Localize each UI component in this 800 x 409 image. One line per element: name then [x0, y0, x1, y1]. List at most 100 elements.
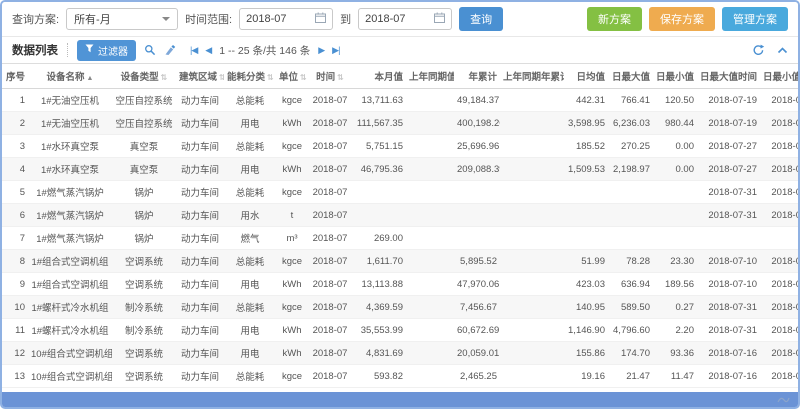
- new-plan-button[interactable]: 新方案: [587, 7, 642, 31]
- cell: 动力车间: [176, 342, 224, 365]
- cell: 用水: [224, 204, 276, 227]
- table-row[interactable]: 1210#组合式空调机组空调系统动力车间用电kWh2018-074,831.69…: [2, 342, 798, 365]
- cell: 2018-07: [308, 296, 352, 319]
- manage-plan-button[interactable]: 管理方案: [722, 7, 788, 31]
- cell: 1#燃气蒸汽锅炉: [28, 204, 112, 227]
- cell: 用电: [224, 319, 276, 342]
- cell: 动力车间: [176, 273, 224, 296]
- column-header[interactable]: 单位⇅: [276, 64, 308, 89]
- cell: 2018-07-31: [697, 319, 760, 342]
- table-row[interactable]: 51#燃气蒸汽锅炉锅炉动力车间总能耗kgce2018-072018-07-312…: [2, 181, 798, 204]
- column-header[interactable]: 日最大值时间: [697, 64, 760, 89]
- cell: 用电: [224, 112, 276, 135]
- cell: 12: [2, 342, 28, 365]
- query-plan-select[interactable]: 所有-月: [66, 8, 178, 30]
- prev-page-button[interactable]: ◀: [205, 45, 211, 56]
- toolbar-right: [752, 44, 788, 56]
- cell: 2018-07-07: [760, 319, 798, 342]
- cell: kWh: [276, 112, 308, 135]
- table-row[interactable]: 81#组合式空调机组空调系统动力车间总能耗kgce2018-071,611.70…: [2, 250, 798, 273]
- refresh-icon[interactable]: [752, 44, 765, 56]
- data-table: 序号设备名称▲设备类型⇅建筑区域⇅能耗分类⇅单位⇅时间⇅本月值上年同期值年累计上…: [2, 64, 798, 392]
- table-row[interactable]: 21#无油空压机空压自控系统动力车间用电kWh2018-07111,567.35…: [2, 112, 798, 135]
- header-row: 序号设备名称▲设备类型⇅建筑区域⇅能耗分类⇅单位⇅时间⇅本月值上年同期值年累计上…: [2, 64, 798, 89]
- cell: [608, 181, 653, 204]
- column-header[interactable]: 上年同期值: [406, 64, 454, 89]
- filter-button[interactable]: 过滤器: [77, 40, 136, 61]
- column-header[interactable]: 时间⇅: [308, 64, 352, 89]
- table-row[interactable]: 1310#组合式空调机组空调系统动力车间总能耗kgce2018-07593.82…: [2, 365, 798, 388]
- table-row[interactable]: 111#螺杆式冷水机组制冷系统动力车间用电kWh2018-0735,553.99…: [2, 319, 798, 342]
- cell: [500, 158, 564, 181]
- column-header[interactable]: 建筑区域⇅: [176, 64, 224, 89]
- sort-icon: ⇅: [267, 73, 274, 82]
- collapse-icon[interactable]: [777, 47, 788, 54]
- cell: 1#螺杆式冷水机组: [28, 319, 112, 342]
- cell: [564, 227, 608, 250]
- sort-icon: ⇅: [337, 73, 344, 82]
- table-row[interactable]: 71#燃气蒸汽锅炉锅炉动力车间燃气m³2018-07269.00: [2, 227, 798, 250]
- cell: 2018-07: [308, 204, 352, 227]
- cell: 用电: [224, 158, 276, 181]
- column-header[interactable]: 日最小值时间: [760, 64, 798, 89]
- cell: [500, 273, 564, 296]
- column-header[interactable]: 日均值: [564, 64, 608, 89]
- cell: 6,236.03: [608, 112, 653, 135]
- cell: 锅炉: [112, 227, 176, 250]
- table-toolbar: 数据列表 过滤器 |◀ ◀ 1 -- 25 条/共 146 条 ▶ ▶|: [2, 37, 798, 64]
- column-header[interactable]: 设备类型⇅: [112, 64, 176, 89]
- cell: 111,567.35: [352, 112, 406, 135]
- cell: 制冷系统: [112, 319, 176, 342]
- table-row[interactable]: 31#水环真空泵真空泵动力车间总能耗kgce2018-075,751.1525,…: [2, 135, 798, 158]
- cell: [406, 158, 454, 181]
- sort-icon: ⇅: [161, 73, 168, 82]
- cell: 23.30: [653, 250, 697, 273]
- column-header[interactable]: 设备名称▲: [28, 64, 112, 89]
- cell: [500, 296, 564, 319]
- cell: [500, 112, 564, 135]
- cell: 用电: [224, 273, 276, 296]
- start-date-input[interactable]: 2018-07: [239, 8, 333, 30]
- table-row[interactable]: 101#螺杆式冷水机组制冷系统动力车间总能耗kgce2018-074,369.5…: [2, 296, 798, 319]
- cell: 动力车间: [176, 181, 224, 204]
- cell: 3,598.95: [564, 112, 608, 135]
- cell: 60,672.69: [454, 319, 500, 342]
- first-page-button[interactable]: |◀: [190, 45, 197, 56]
- cell: [406, 204, 454, 227]
- table-row[interactable]: 91#组合式空调机组空调系统动力车间用电kWh2018-0713,113.884…: [2, 273, 798, 296]
- cell: [500, 365, 564, 388]
- column-header[interactable]: 能耗分类⇅: [224, 64, 276, 89]
- search-button[interactable]: 查询: [459, 7, 503, 31]
- cell: [653, 181, 697, 204]
- cell: 动力车间: [176, 250, 224, 273]
- column-header[interactable]: 日最小值: [653, 64, 697, 89]
- cell: [406, 319, 454, 342]
- cell: 2018-07-10: [697, 273, 760, 296]
- cell: [500, 89, 564, 112]
- column-header[interactable]: 上年同期年累计: [500, 64, 564, 89]
- end-date-input[interactable]: 2018-07: [358, 8, 452, 30]
- cell: 423.03: [564, 273, 608, 296]
- last-page-button[interactable]: ▶|: [332, 45, 339, 56]
- column-header[interactable]: 日最大值: [608, 64, 653, 89]
- search-icon[interactable]: [144, 44, 156, 56]
- table-row[interactable]: 11#无油空压机空压自控系统动力车间总能耗kgce2018-0713,711.6…: [2, 89, 798, 112]
- cell: [352, 204, 406, 227]
- calendar-icon: [434, 12, 445, 26]
- cell: 13,113.88: [352, 273, 406, 296]
- cell: 1#无油空压机: [28, 89, 112, 112]
- column-header[interactable]: 本月值: [352, 64, 406, 89]
- table-row[interactable]: 61#燃气蒸汽锅炉锅炉动力车间用水t2018-072018-07-312018-…: [2, 204, 798, 227]
- sort-icon: ⇅: [300, 73, 307, 82]
- cell: 766.41: [608, 89, 653, 112]
- next-page-button[interactable]: ▶: [318, 45, 324, 56]
- cell: 空调系统: [112, 273, 176, 296]
- table-row[interactable]: 41#水环真空泵真空泵动力车间用电kWh2018-0746,795.36209,…: [2, 158, 798, 181]
- cell: 空调系统: [112, 342, 176, 365]
- save-plan-button[interactable]: 保存方案: [649, 7, 715, 31]
- cell: 46,795.36: [352, 158, 406, 181]
- cell: [564, 204, 608, 227]
- clear-filter-icon[interactable]: [164, 44, 176, 56]
- column-header[interactable]: 年累计: [454, 64, 500, 89]
- column-header[interactable]: 序号: [2, 64, 28, 89]
